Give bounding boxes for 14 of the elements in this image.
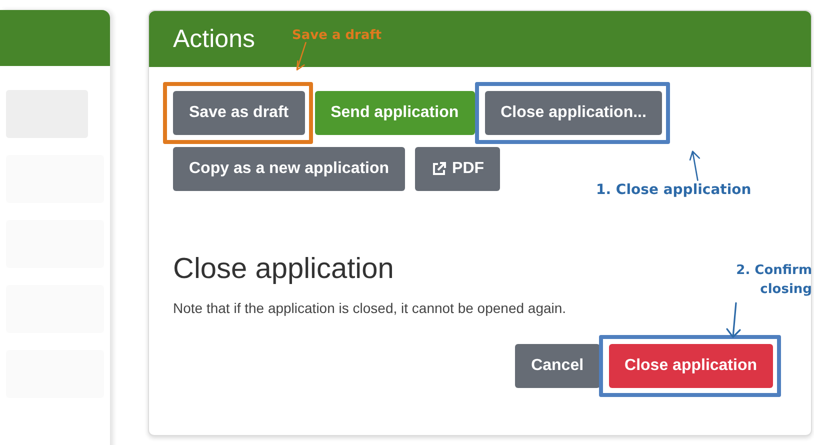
button[interactable]: Close application	[608, 344, 773, 388]
button[interactable]: Cancel	[515, 344, 600, 388]
external-link-icon	[431, 161, 448, 177]
annotation-label: 2. Confirm closing	[735, 262, 812, 299]
dialog-title: Close application	[173, 253, 394, 286]
button[interactable]: Copy as a new application	[173, 147, 406, 191]
annotation-label: Save a draft	[292, 28, 382, 43]
button[interactable]: Save as draft	[173, 91, 305, 135]
card-title: Actions	[173, 24, 255, 54]
annotation-label: 1. Close application	[596, 182, 752, 198]
button[interactable]: PDF	[415, 147, 500, 191]
button[interactable]: Close application...	[484, 91, 662, 135]
dialog-message: Note that if the application is closed, it cannot be opened again.	[173, 300, 568, 316]
button[interactable]: Send application	[314, 91, 475, 135]
